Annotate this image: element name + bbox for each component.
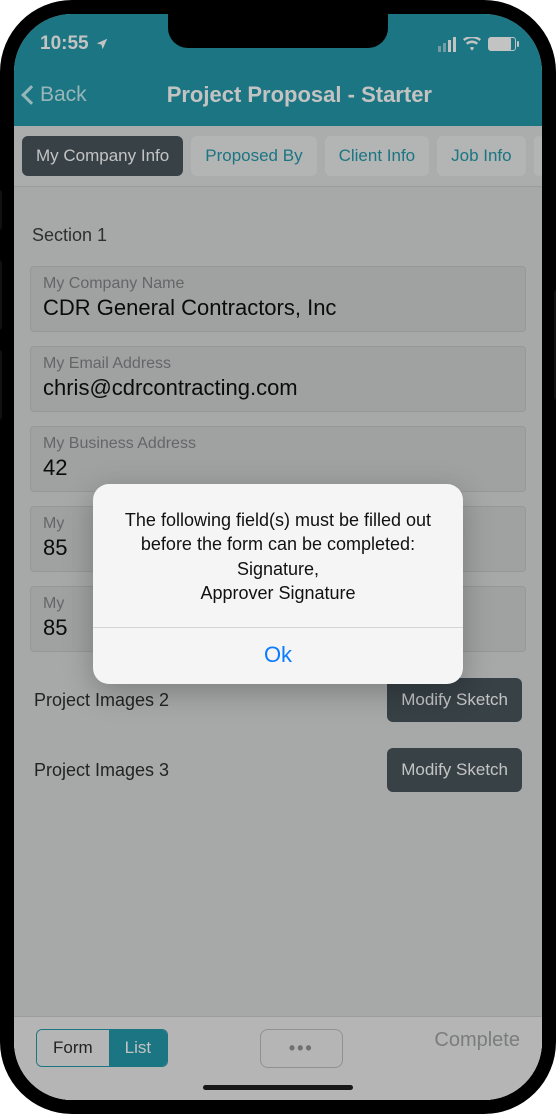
side-button <box>0 260 2 330</box>
alert-line: before the form can be completed: <box>111 532 445 556</box>
validation-alert: The following field(s) must be filled ou… <box>93 484 463 684</box>
alert-ok-button[interactable]: Ok <box>93 627 463 684</box>
screen: 10:55 Back Project Proposal - Starter My… <box>14 14 542 1100</box>
alert-line: Approver Signature <box>111 581 445 605</box>
notch <box>168 14 388 48</box>
alert-line: The following field(s) must be filled ou… <box>111 508 445 532</box>
alert-line: Signature, <box>111 557 445 581</box>
alert-message: The following field(s) must be filled ou… <box>93 484 463 627</box>
side-button <box>0 190 2 230</box>
side-button <box>0 350 2 420</box>
phone-frame: 10:55 Back Project Proposal - Starter My… <box>0 0 556 1114</box>
